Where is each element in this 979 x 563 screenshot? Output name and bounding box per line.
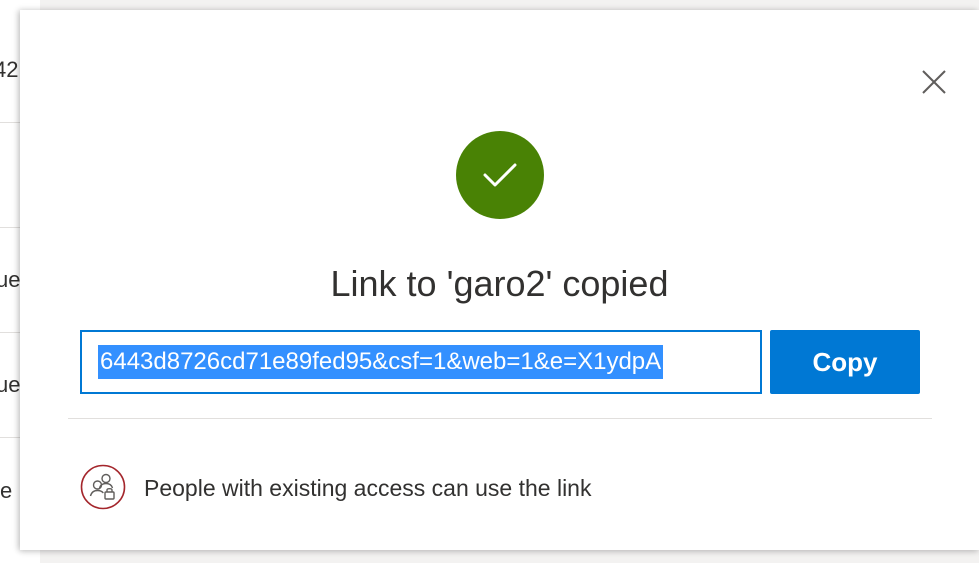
list-item-text: 42: [0, 57, 19, 82]
close-button[interactable]: [916, 64, 952, 100]
close-icon: [922, 70, 946, 94]
link-input[interactable]: 6443d8726cd71e89fed95&csf=1&web=1&e=X1yd…: [80, 330, 762, 394]
link-input-selected-text[interactable]: 6443d8726cd71e89fed95&csf=1&web=1&e=X1yd…: [98, 345, 664, 379]
link-copied-dialog: Link to 'garo2' copied 6443d8726cd71e89f…: [20, 10, 979, 550]
dialog-title: Link to 'garo2' copied: [330, 263, 669, 304]
access-description: People with existing access can use the …: [144, 475, 592, 501]
list-item-text: ue: [0, 372, 21, 397]
checkmark-icon: [483, 163, 517, 187]
success-badge: [456, 131, 544, 219]
copy-button[interactable]: Copy: [770, 330, 920, 394]
list-item-text: e: [0, 477, 13, 503]
people-access-icon: [80, 464, 126, 510]
list-item-text: ue: [0, 267, 21, 292]
divider: [68, 418, 932, 419]
